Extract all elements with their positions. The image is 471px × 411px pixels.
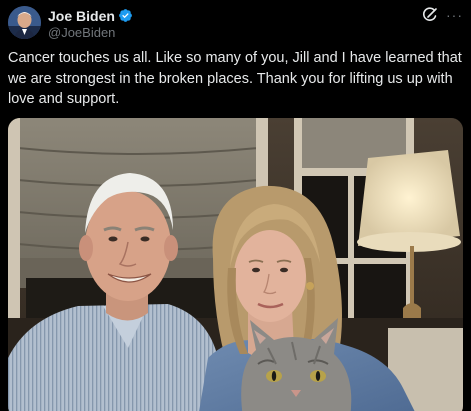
verified-badge-icon: [119, 9, 132, 22]
more-options-icon[interactable]: ···: [446, 7, 463, 23]
author-info: Joe Biden @JoeBiden: [48, 7, 133, 40]
tweet-header: Joe Biden @JoeBiden ···: [8, 5, 463, 43]
avatar[interactable]: [8, 6, 41, 39]
avatar-image: [8, 6, 41, 39]
author-handle[interactable]: @JoeBiden: [48, 25, 133, 40]
author-display-name[interactable]: Joe Biden: [48, 8, 115, 24]
grok-icon[interactable]: [422, 7, 438, 23]
tweet-text: Cancer touches us all. Like so many of y…: [8, 50, 462, 107]
header-actions: ···: [422, 7, 463, 23]
tweet-post: Joe Biden @JoeBiden ··· Cancer touches u…: [0, 0, 471, 411]
photo-image: [8, 118, 463, 411]
tweet-photo[interactable]: [8, 118, 463, 411]
